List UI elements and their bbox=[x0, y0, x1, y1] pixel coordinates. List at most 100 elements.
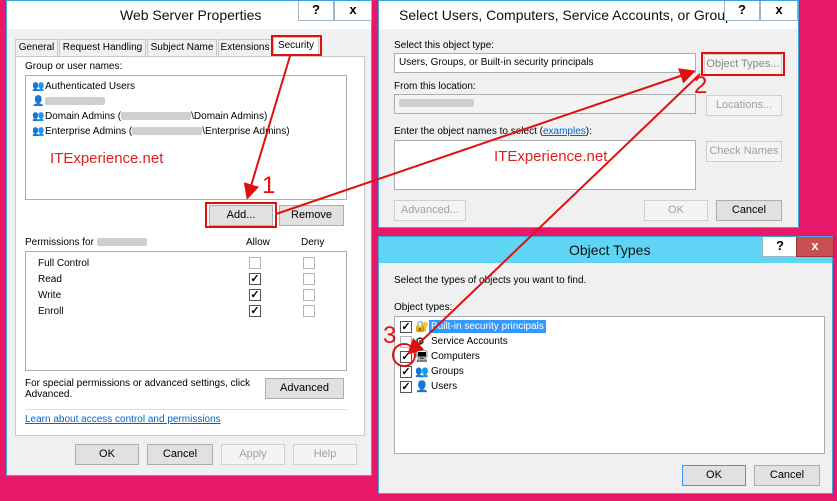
deny-write-checkbox[interactable] bbox=[303, 289, 315, 301]
list-item[interactable]: 👤 bbox=[32, 96, 105, 107]
group-label: Group or user names: bbox=[25, 61, 123, 72]
close-button[interactable]: x bbox=[796, 237, 834, 257]
step-3-label: 3 bbox=[383, 322, 397, 349]
permission-name: Full Control bbox=[38, 258, 90, 269]
locations-button[interactable]: Locations... bbox=[706, 95, 782, 116]
object-type-name[interactable]: Computers bbox=[431, 351, 480, 362]
permissions-list: Full Control Read ✓ Write ✓ Enroll ✓ bbox=[25, 251, 347, 371]
deny-enroll-checkbox[interactable] bbox=[303, 305, 315, 317]
description-text: Select the types of objects you want to … bbox=[394, 275, 587, 286]
select-users-dialog: Select Users, Computers, Service Account… bbox=[378, 0, 799, 228]
redacted-domain bbox=[132, 127, 203, 136]
group-icon: 👥 bbox=[32, 126, 45, 137]
object-types-label: Object types: bbox=[394, 302, 453, 313]
web-server-properties-dialog: Web Server Properties ? x General Reques… bbox=[6, 0, 372, 476]
watermark: ITExperience.net bbox=[50, 150, 164, 167]
user-name: Authenticated Users bbox=[45, 81, 136, 92]
tab-extensions[interactable]: Extensions bbox=[218, 39, 272, 56]
allow-enroll-checkbox[interactable]: ✓ bbox=[249, 305, 261, 317]
user-icon: 👤 bbox=[415, 381, 429, 393]
permission-name: Read bbox=[38, 274, 62, 285]
object-type-label: Select this object type: bbox=[394, 40, 495, 51]
users-icon: 👥 bbox=[32, 81, 45, 92]
user-name-suffix: \Domain Admins) bbox=[191, 111, 268, 122]
help-button[interactable]: ? bbox=[724, 1, 760, 21]
users-listbox[interactable]: 👥Authenticated Users 👤 👥Domain Admins (\… bbox=[25, 75, 347, 200]
permission-name: Write bbox=[38, 290, 62, 301]
list-item[interactable]: 👥Enterprise Admins (\Enterprise Admins) bbox=[32, 126, 290, 137]
redacted-principal bbox=[96, 238, 147, 247]
redacted-name bbox=[45, 97, 105, 106]
permissions-label: Permissions for bbox=[25, 237, 147, 248]
object-type-name[interactable]: Service Accounts bbox=[431, 336, 508, 347]
permission-name: Enroll bbox=[38, 306, 64, 317]
titlebar: Object Types ? x bbox=[379, 237, 834, 263]
allow-header: Allow bbox=[246, 237, 270, 248]
learn-more-link[interactable]: Learn about access control and permissio… bbox=[25, 414, 221, 425]
redacted-domain bbox=[121, 112, 192, 121]
group-icon: 👥 bbox=[32, 111, 45, 122]
help-button-bottom[interactable]: Help bbox=[293, 444, 357, 465]
redacted-location bbox=[399, 99, 474, 108]
help-button[interactable]: ? bbox=[762, 237, 798, 257]
step-1-label: 1 bbox=[262, 172, 276, 199]
tab-request-handling[interactable]: Request Handling bbox=[59, 39, 146, 56]
list-item[interactable]: 👥Authenticated Users bbox=[32, 81, 135, 92]
step-2-label: 2 bbox=[694, 72, 708, 99]
close-button[interactable]: x bbox=[334, 1, 372, 21]
groups-icon: 👥 bbox=[415, 366, 429, 378]
tab-subject-name[interactable]: Subject Name bbox=[147, 39, 217, 56]
ok-button[interactable]: OK bbox=[644, 200, 708, 221]
dialog-title: Object Types bbox=[569, 242, 651, 258]
watermark: ITExperience.net bbox=[494, 148, 608, 165]
service-accounts-icon: ⚙ bbox=[415, 336, 425, 348]
builtin-principals-checkbox[interactable]: ✓ bbox=[400, 321, 412, 333]
user-name-prefix: Domain Admins ( bbox=[45, 111, 122, 122]
computer-icon: 🖥 bbox=[415, 351, 429, 363]
remove-button[interactable]: Remove bbox=[279, 205, 344, 226]
deny-header: Deny bbox=[301, 237, 325, 248]
object-types-highlight bbox=[701, 52, 785, 76]
advanced-button[interactable]: Advanced... bbox=[394, 200, 466, 221]
security-principals-icon: 🔐 bbox=[415, 321, 429, 333]
allow-full-control-checkbox[interactable] bbox=[249, 257, 261, 269]
allow-write-checkbox[interactable]: ✓ bbox=[249, 289, 261, 301]
object-type-name[interactable]: Groups bbox=[431, 366, 464, 377]
titlebar: Select Users, Computers, Service Account… bbox=[379, 1, 798, 29]
ok-button[interactable]: OK bbox=[75, 444, 139, 465]
dialog-title: Select Users, Computers, Service Account… bbox=[399, 7, 740, 23]
tab-general[interactable]: General bbox=[15, 39, 58, 56]
object-type-name[interactable]: Built-in security principals bbox=[429, 320, 546, 333]
add-button-highlight bbox=[205, 202, 277, 228]
computers-checkbox-highlight bbox=[392, 343, 416, 367]
object-type-field: Users, Groups, or Built-in security prin… bbox=[394, 53, 696, 73]
groups-checkbox[interactable]: ✓ bbox=[400, 366, 412, 378]
object-types-dialog: Object Types ? x Select the types of obj… bbox=[378, 236, 834, 494]
dialog-title: Web Server Properties bbox=[120, 7, 262, 23]
deny-read-checkbox[interactable] bbox=[303, 273, 315, 285]
location-label: From this location: bbox=[394, 81, 476, 92]
cancel-button[interactable]: Cancel bbox=[754, 465, 820, 486]
security-tab-highlight bbox=[271, 35, 322, 56]
object-types-list: ✓ 🔐 Built-in security principals ⚙ Servi… bbox=[394, 316, 825, 454]
list-item[interactable]: 👥Domain Admins ( \Domain Admins) bbox=[32, 111, 267, 122]
apply-button[interactable]: Apply bbox=[221, 444, 285, 465]
deny-full-control-checkbox[interactable] bbox=[303, 257, 315, 269]
divider bbox=[25, 409, 347, 410]
examples-link[interactable]: examples bbox=[543, 126, 586, 137]
names-label: Enter the object names to select (exampl… bbox=[394, 126, 592, 137]
ok-button[interactable]: OK bbox=[682, 465, 746, 486]
cancel-button[interactable]: Cancel bbox=[147, 444, 213, 465]
location-field bbox=[394, 94, 696, 114]
allow-read-checkbox[interactable]: ✓ bbox=[249, 273, 261, 285]
cancel-button[interactable]: Cancel bbox=[716, 200, 782, 221]
titlebar: Web Server Properties ? x bbox=[7, 1, 372, 29]
help-button[interactable]: ? bbox=[298, 1, 334, 21]
user-name-prefix: Enterprise Admins ( bbox=[45, 126, 133, 137]
check-names-button[interactable]: Check Names bbox=[706, 141, 782, 162]
close-button[interactable]: x bbox=[760, 1, 798, 21]
object-type-name[interactable]: Users bbox=[431, 381, 457, 392]
user-icon: 👤 bbox=[32, 96, 45, 107]
users-checkbox[interactable]: ✓ bbox=[400, 381, 412, 393]
advanced-button[interactable]: Advanced bbox=[265, 378, 344, 399]
